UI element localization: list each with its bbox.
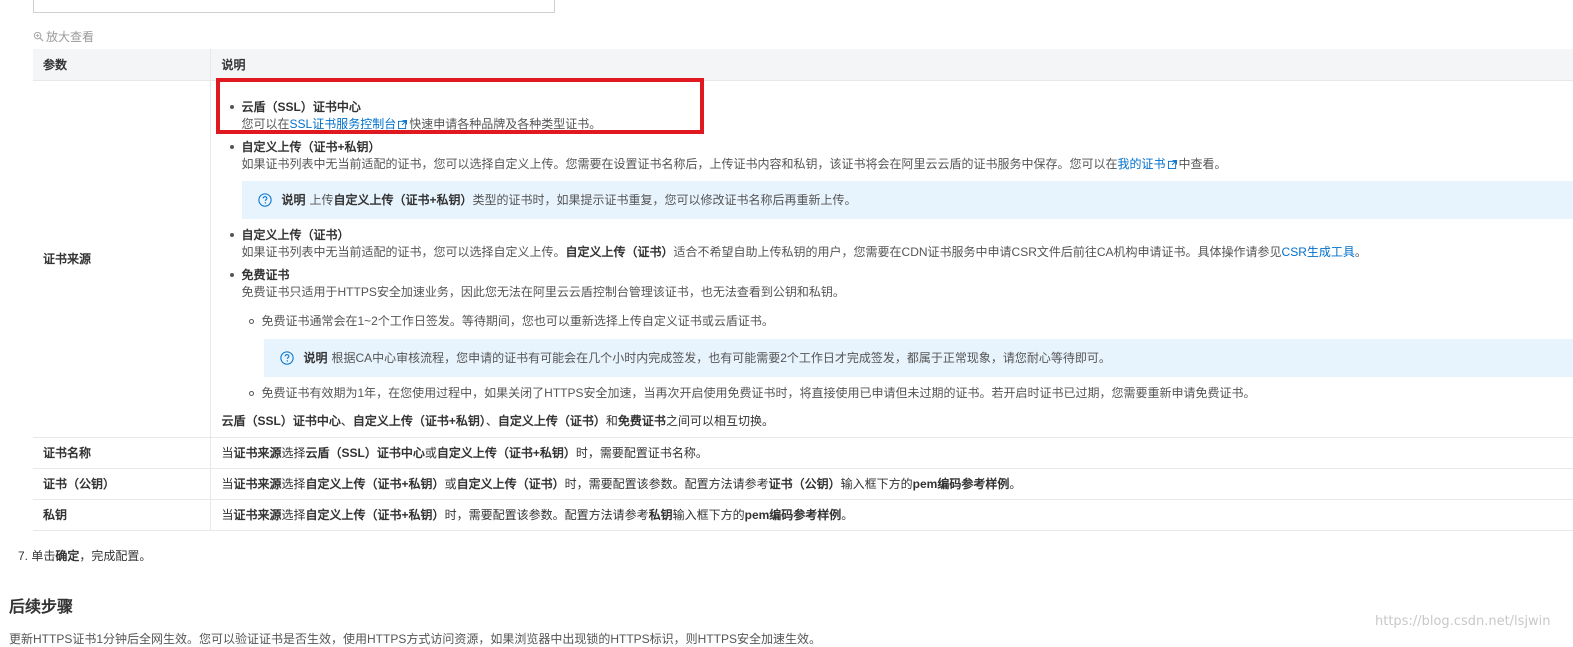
header-param: 参数 xyxy=(33,49,210,80)
option-custom-upload-key: 自定义上传（证书+私钥） 如果证书列表中无当前适配的证书，您可以选择自定义上传。… xyxy=(230,139,1573,173)
option-text: 如果证书列表中无当前适配的证书，您可以选择自定义上传。 xyxy=(242,245,566,259)
desc-cert-name: 当证书来源选择云盾（SSL）证书中心或自定义上传（证书+私钥）时，需要配置证书名… xyxy=(210,437,1573,468)
param-cert-name: 证书名称 xyxy=(33,437,210,468)
switch-note: 云盾（SSL）证书中心、自定义上传（证书+私钥）、自定义上传（证书）和免费证书之… xyxy=(222,413,774,430)
external-link-icon xyxy=(1168,160,1177,169)
follow-up-text: 更新HTTPS证书1分钟后全网生效。您可以验证证书是否生效，使用HTTPS方式访… xyxy=(9,630,821,647)
circle-bullet xyxy=(249,319,254,324)
step-7: 7. 单击确定，完成配置。 xyxy=(18,547,151,564)
option-cloud-shield: 云盾（SSL）证书中心 您可以在SSL证书服务控制台快速申请各种品牌及各种类型证… xyxy=(230,99,1573,133)
param-cert-source: 证书来源 xyxy=(33,80,210,437)
header-desc: 说明 xyxy=(210,49,1573,80)
csr-tool-link[interactable]: CSR生成工具 xyxy=(1282,245,1355,259)
table-row-cert-source: 证书来源 云盾（SSL）证书中心 您可以在SSL证书服务控制台快速申请各种品牌及… xyxy=(33,80,1573,437)
bullet-dot xyxy=(230,145,234,149)
option-text-end: 。 xyxy=(1355,245,1367,259)
note-label: 说明 xyxy=(282,191,306,208)
option-text: 免费证书只适用于HTTPS安全加速业务，因此您无法在阿里云云盾控制台管理该证书，… xyxy=(242,285,845,299)
option-free-cert: 免费证书 免费证书只适用于HTTPS安全加速业务，因此您无法在阿里云云盾控制台管… xyxy=(230,267,1573,301)
section-title: 后续步骤 xyxy=(9,593,73,617)
bullet-dot xyxy=(230,273,234,277)
option-text-mid: 适合不希望自助上传私钥的用户，您需要在CDN证书服务中申请CSR文件后前往CA机… xyxy=(674,245,1282,259)
external-link-icon xyxy=(398,120,407,129)
step-number: 7. xyxy=(18,549,28,563)
question-circle-icon xyxy=(280,351,294,365)
option-title: 自定义上传（证书+私钥） xyxy=(242,139,381,156)
option-text-bold: 自定义上传（证书） xyxy=(566,245,674,259)
step-prefix: 单击 xyxy=(31,549,55,563)
param-cert-pubkey: 证书（公钥） xyxy=(33,468,210,499)
zoom-label[interactable]: 放大查看 xyxy=(46,28,94,45)
option-title: 云盾（SSL）证书中心 xyxy=(242,99,361,116)
option-title: 免费证书 xyxy=(242,267,290,284)
ssl-console-link[interactable]: SSL证书服务控制台 xyxy=(290,117,397,131)
option-title: 自定义上传（证书） xyxy=(242,227,350,244)
table-header-row: 参数 说明 xyxy=(33,49,1573,80)
step-bold: 确定 xyxy=(55,549,79,563)
note-box-duplicate: 说明 上传自定义上传（证书+私钥）类型的证书时，如果提示证书重复，您可以修改证书… xyxy=(242,181,1573,219)
table-row-cert-name: 证书名称 当证书来源选择云盾（SSL）证书中心或自定义上传（证书+私钥）时，需要… xyxy=(33,437,1573,468)
zoom-link[interactable]: 放大查看 xyxy=(33,28,94,45)
desc-private-key: 当证书来源选择自定义上传（证书+私钥）时，需要配置该参数。配置方法请参考私钥输入… xyxy=(210,499,1573,530)
table-row-private-key: 私钥 当证书来源选择自定义上传（证书+私钥）时，需要配置该参数。配置方法请参考私… xyxy=(33,499,1573,530)
watermark: https://blog.csdn.net/lsjwin xyxy=(1375,614,1551,629)
desc-cert-pubkey: 当证书来源选择自定义上传（证书+私钥）或自定义上传（证书）时，需要配置该参数。配… xyxy=(210,468,1573,499)
note-box-ca-review: 说明 根据CA中心审核流程，您申请的证书有可能会在几个小时内完成签发，也有可能需… xyxy=(264,339,1573,377)
circle-bullet xyxy=(249,391,254,396)
sub-item-text: 免费证书通常会在1~2个工作日签发。等待期间，您也可以重新选择上传自定义证书或云… xyxy=(262,313,774,330)
note-text: 上传自定义上传（证书+私钥）类型的证书时，如果提示证书重复，您可以修改证书名称后… xyxy=(310,191,857,208)
desc-cert-source: 云盾（SSL）证书中心 您可以在SSL证书服务控制台快速申请各种品牌及各种类型证… xyxy=(210,80,1573,437)
table-row-cert-pubkey: 证书（公钥） 当证书来源选择自定义上传（证书+私钥）或自定义上传（证书）时，需要… xyxy=(33,468,1573,499)
question-circle-icon xyxy=(258,193,272,207)
screenshot-image-frame xyxy=(33,0,555,13)
bullet-dot xyxy=(230,233,234,237)
free-sub-item-1: 免费证书通常会在1~2个工作日签发。等待期间，您也可以重新选择上传自定义证书或云… xyxy=(249,313,774,330)
my-certificates-link[interactable]: 我的证书 xyxy=(1118,157,1166,171)
option-text-suffix: 快速申请各种品牌及各种类型证书。 xyxy=(409,117,601,131)
note-text: 根据CA中心审核流程，您申请的证书有可能会在几个小时内完成签发，也有可能需要2个… xyxy=(332,349,1111,366)
note-label: 说明 xyxy=(304,349,328,366)
step-suffix: ，完成配置。 xyxy=(79,549,151,563)
option-text: 您可以在 xyxy=(242,117,290,131)
zoom-in-icon xyxy=(33,31,44,42)
parameter-table: 参数 说明 证书来源 云盾（SSL）证书中心 您可以在SSL证书服务控制台快速申… xyxy=(33,49,1573,531)
option-custom-upload-cert: 自定义上传（证书） 如果证书列表中无当前适配的证书，您可以选择自定义上传。自定义… xyxy=(230,227,1573,261)
bullet-dot xyxy=(230,105,234,109)
option-text: 如果证书列表中无当前适配的证书，您可以选择自定义上传。您需要在设置证书名称后，上… xyxy=(242,157,1118,171)
param-private-key: 私钥 xyxy=(33,499,210,530)
sub-item-text: 免费证书有效期为1年，在您使用过程中，如果关闭了HTTPS安全加速，当再次开启使… xyxy=(262,385,1256,402)
option-text-suffix: 中查看。 xyxy=(1179,157,1227,171)
free-sub-item-2: 免费证书有效期为1年，在您使用过程中，如果关闭了HTTPS安全加速，当再次开启使… xyxy=(249,385,1256,402)
